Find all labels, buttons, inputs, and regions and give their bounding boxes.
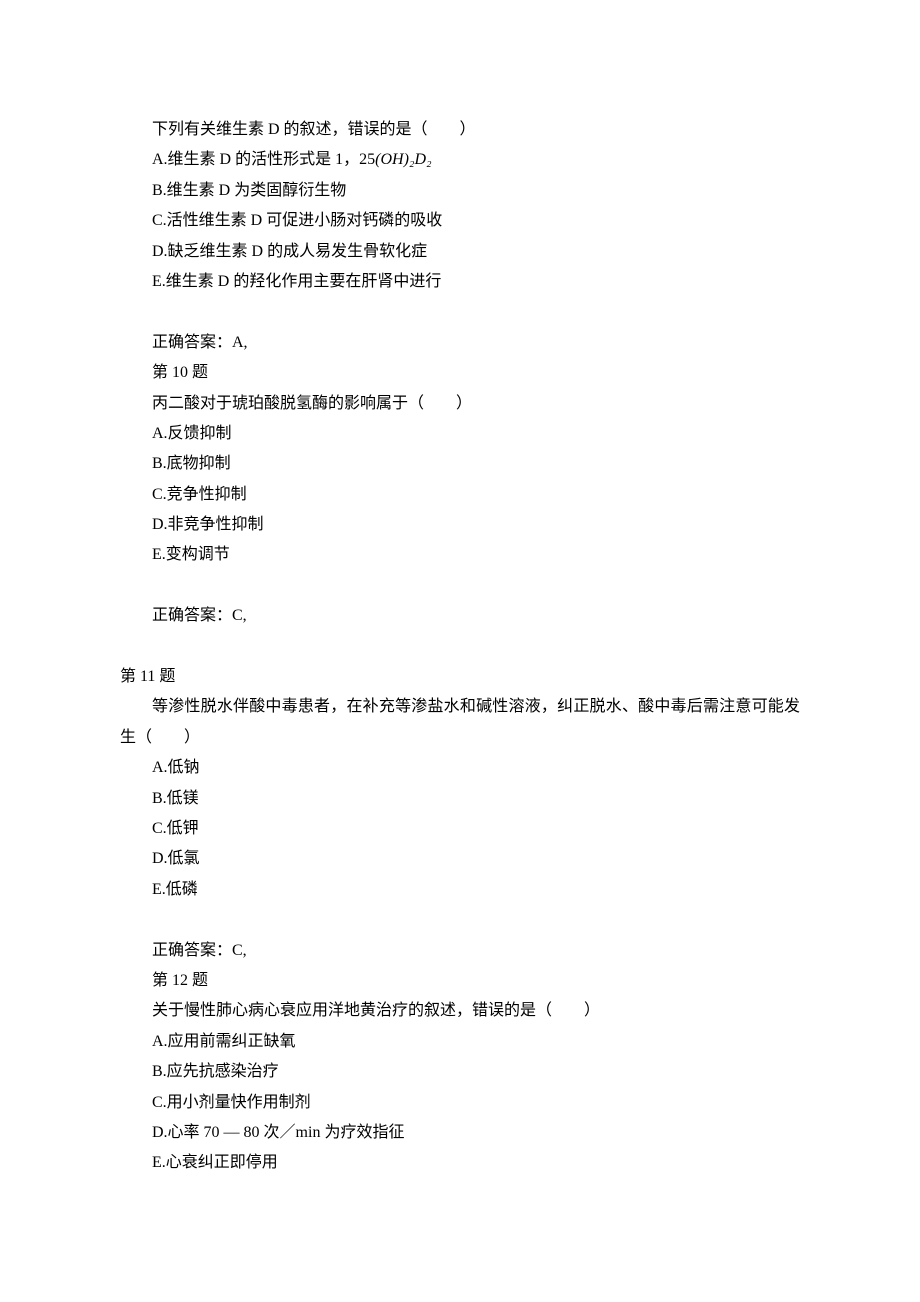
q11-option-e: E.低磷 [120,875,800,905]
q12-option-d: D.心率 70 — 80 次／min 为疗效指征 [120,1118,800,1148]
q11-header: 第 11 题 [120,662,800,692]
q9-option-a-text: A.维生素 D 的活性形式是 1，25 [152,151,375,168]
q11-option-d: D.低氯 [120,844,800,874]
q9-answer: 正确答案：A, [120,328,800,358]
q10-answer: 正确答案：C, [120,601,800,631]
q12-header: 第 12 题 [120,966,800,996]
q11-option-a: A.低钠 [120,753,800,783]
q9-option-a-formula: (OH)₂D₂ [375,151,431,168]
q10-option-b: B.底物抑制 [120,449,800,479]
q10-stem: 丙二酸对于琥珀酸脱氢酶的影响属于（ ） [120,389,800,419]
q9-option-b: B.维生素 D 为类固醇衍生物 [120,176,800,206]
q10-header: 第 10 题 [120,358,800,388]
q10-option-a: A.反馈抑制 [120,419,800,449]
q9-option-d: D.缺乏维生素 D 的成人易发生骨软化症 [120,237,800,267]
q11-stem: 等渗性脱水伴酸中毒患者，在补充等渗盐水和碱性溶液，纠正脱水、酸中毒后需注意可能发… [120,692,800,753]
q9-option-a-line: A.维生素 D 的活性形式是 1，25(OH)₂D₂ [120,145,800,175]
q11-option-c: C.低钾 [120,814,800,844]
q9-stem: 下列有关维生素 D 的叙述，错误的是（ ） [120,115,800,145]
q11-option-b: B.低镁 [120,784,800,814]
q10-option-d: D.非竞争性抑制 [120,510,800,540]
q10-option-e: E.变构调节 [120,540,800,570]
q12-option-a: A.应用前需纠正缺氧 [120,1027,800,1057]
q12-option-e: E.心衰纠正即停用 [120,1148,800,1178]
q9-option-c: C.活性维生素 D 可促进小肠对钙磷的吸收 [120,206,800,236]
q11-answer: 正确答案：C, [120,936,800,966]
q9-option-e: E.维生素 D 的羟化作用主要在肝肾中进行 [120,267,800,297]
q12-stem: 关于慢性肺心病心衰应用洋地黄治疗的叙述，错误的是（ ） [120,996,800,1026]
q12-option-c: C.用小剂量快作用制剂 [120,1088,800,1118]
q12-option-b: B.应先抗感染治疗 [120,1057,800,1087]
q10-option-c: C.竞争性抑制 [120,480,800,510]
